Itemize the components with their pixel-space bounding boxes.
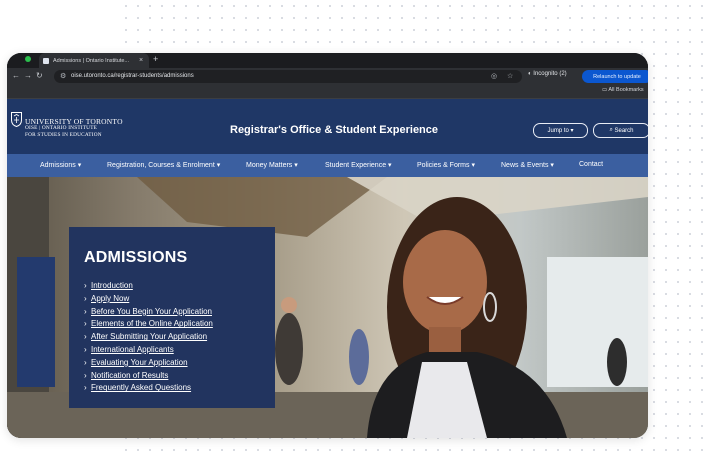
eye-off-icon[interactable]: ◎	[491, 72, 497, 80]
site-title[interactable]: Registrar's Office & Student Experience	[230, 124, 438, 136]
chevron-right-icon: ›	[84, 281, 87, 290]
panel-links: › Introduction › Apply Now › Before You Beg…	[84, 280, 213, 395]
link-apply-now[interactable]: › Apply Now	[84, 293, 213, 306]
jump-to-label: Jump to	[547, 127, 569, 134]
star-icon[interactable]: ☆	[507, 72, 513, 80]
nav-money-matters[interactable]: Money Matters ▾	[246, 161, 298, 169]
nav-student-experience[interactable]: Student Experience ▾	[325, 161, 392, 169]
browser-toolbar: ← → ↻ ⚙ oise.utoronto.ca/registrar-stude…	[7, 68, 648, 85]
nav-admissions[interactable]: Admissions ▾	[40, 161, 81, 169]
reload-icon[interactable]: ↻	[36, 71, 43, 80]
favicon-icon	[43, 57, 49, 64]
chevron-right-icon: ›	[84, 306, 87, 316]
link-evaluating-application[interactable]: › Evaluating Your Application	[84, 357, 213, 370]
chevron-right-icon: ›	[84, 332, 87, 342]
link-label: International Applicants	[91, 344, 174, 354]
relaunch-button[interactable]: Relaunch to update	[582, 70, 648, 83]
chevron-down-icon: ▾	[568, 128, 574, 134]
chevron-right-icon: ›	[84, 319, 87, 329]
chevron-right-icon: ›	[84, 344, 87, 354]
incognito-indicator[interactable]: ◐ Incognito (2)	[528, 71, 567, 77]
nav-contact[interactable]: Contact	[579, 161, 603, 168]
link-label: Elements of the Online Application	[91, 319, 213, 329]
logo-line-2: OISE | ONTARIO INSTITUTE	[25, 125, 98, 131]
bookmarks-bar: ▭ All Bookmarks	[7, 85, 648, 99]
link-label: After Submitting Your Application	[91, 332, 208, 342]
crest-icon[interactable]	[11, 112, 22, 127]
link-label: Frequently Asked Questions	[91, 383, 192, 393]
university-logo[interactable]: UNIVERSITY OF TORONTO OISE | ONTARIO INS…	[25, 118, 123, 139]
window-control-icon[interactable]	[25, 56, 31, 62]
link-label: Introduction	[91, 281, 133, 290]
logo-line-1: UNIVERSITY OF TORONTO	[25, 117, 123, 126]
arrow-forward-icon[interactable]: →	[24, 71, 32, 80]
jump-to-button[interactable]: Jump to ▾	[533, 123, 588, 138]
browser-window: Admissions | Ontario Institute... × + ← …	[7, 53, 648, 438]
tune-icon[interactable]: ⚙	[60, 72, 66, 80]
link-label: Apply Now	[91, 293, 130, 303]
chevron-right-icon: ›	[84, 357, 87, 367]
link-elements-online-application[interactable]: › Elements of the Online Application	[84, 318, 213, 331]
link-label: Before You Begin Your Application	[91, 306, 212, 316]
link-after-submitting[interactable]: › After Submitting Your Application	[84, 331, 213, 344]
address-bar[interactable]: ⚙ oise.utoronto.ca/registrar-students/ad…	[54, 70, 522, 83]
link-label: Notification of Results	[91, 370, 169, 380]
chevron-right-icon: ›	[84, 293, 87, 303]
nav-news-events[interactable]: News & Events ▾	[501, 161, 554, 169]
all-bookmarks-label: All Bookmarks	[608, 87, 644, 93]
tab-strip: Admissions | Ontario Institute... × +	[7, 53, 648, 68]
panel-title: ADMISSIONS	[84, 249, 188, 266]
admissions-panel: ADMISSIONS › Introduction › Apply Now › Bef…	[69, 227, 275, 408]
tab-close-icon[interactable]: ×	[139, 57, 143, 64]
chevron-right-icon: ›	[84, 370, 87, 380]
main-nav: Admissions ▾ Registration, Courses & Enr…	[7, 154, 648, 177]
chevron-right-icon: ›	[84, 383, 87, 393]
all-bookmarks-button[interactable]: ▭ All Bookmarks	[602, 87, 644, 93]
arrow-back-icon[interactable]: ←	[12, 71, 20, 80]
link-faq[interactable]: › Frequently Asked Questions	[84, 382, 213, 395]
tab-title: Admissions | Ontario Institute...	[53, 57, 130, 64]
new-tab-icon[interactable]: +	[153, 54, 158, 64]
nav-registration[interactable]: Registration, Courses & Enrolment ▾	[107, 161, 220, 169]
link-international-applicants[interactable]: › International Applicants	[84, 344, 213, 357]
search-button[interactable]: ⌕ Search	[593, 123, 648, 138]
browser-tab[interactable]: Admissions | Ontario Institute... ×	[39, 53, 149, 68]
site-header: UNIVERSITY OF TORONTO OISE | ONTARIO INS…	[7, 99, 648, 154]
hero-banner: ADMISSIONS › Introduction › Apply Now › Bef…	[7, 177, 648, 438]
link-notification-results[interactable]: › Notification of Results	[84, 370, 213, 383]
nav-policies-forms[interactable]: Policies & Forms ▾	[417, 161, 475, 169]
search-label: Search	[614, 127, 634, 134]
logo-line-3: FOR STUDIES IN EDUCATION	[25, 132, 102, 138]
link-introduction[interactable]: › Introduction	[84, 280, 213, 293]
link-before-you-begin[interactable]: › Before You Begin Your Application	[84, 306, 213, 319]
url-text: oise.utoronto.ca/registrar-students/admi…	[71, 73, 194, 79]
link-label: Evaluating Your Application	[91, 357, 188, 367]
incognito-label: Incognito (2)	[533, 71, 567, 77]
